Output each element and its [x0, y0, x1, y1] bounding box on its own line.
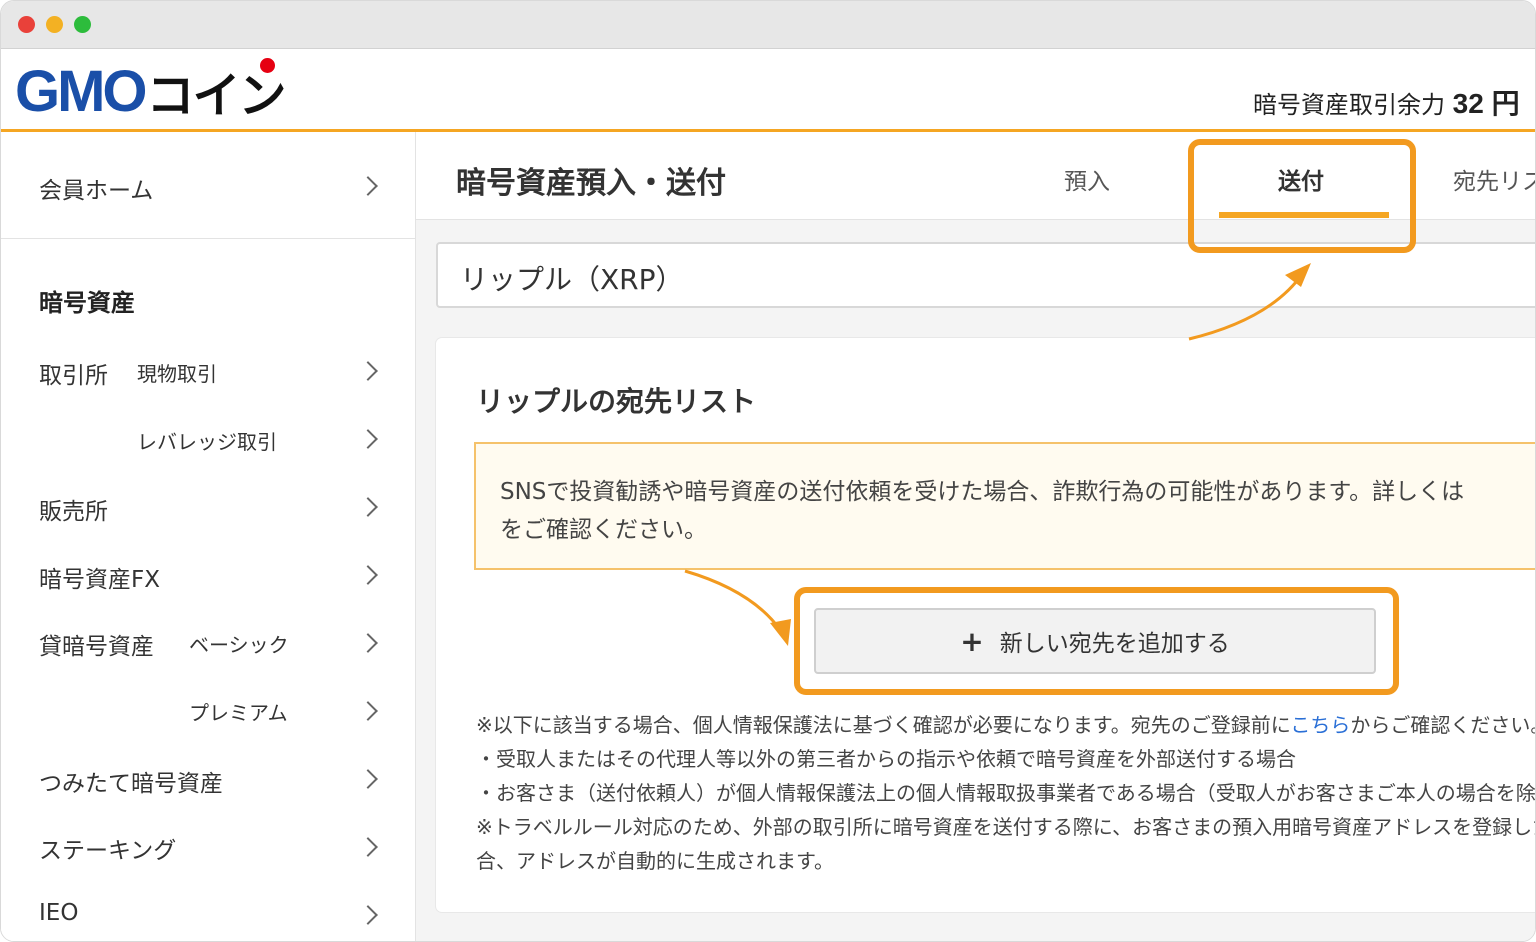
chevron-right-icon — [358, 633, 378, 653]
sidebar-item-label: レバレッジ取引 — [137, 430, 277, 454]
close-window-button[interactable] — [18, 16, 35, 33]
site-header: GMO コイン 暗号資産取引余力 32 円 — [1, 49, 1535, 132]
notice-line-1: SNSで投資勧誘や暗号資産の送付依頼を受けた場合、詐欺行為の可能性があります。詳… — [500, 479, 1465, 505]
balance-value: 32 円 — [1452, 88, 1520, 119]
chevron-right-icon — [358, 769, 378, 789]
add-new-address-button[interactable]: + 新しい宛先を追加する — [814, 608, 1376, 674]
note-4: ※トラベルルール対応のため、外部の取引所に暗号資産を送付する際に、お客さまの預入… — [476, 815, 1536, 839]
notice-line-2: をご確認ください。 — [500, 517, 707, 543]
sidebar-item-label: 暗号資産FX — [39, 567, 160, 593]
gmo-coin-logo[interactable]: GMO コイン — [15, 58, 287, 124]
sidebar-item-label: 現物取引 — [137, 362, 217, 386]
notes-section: ※以下に該当する場合、個人情報保護法に基づく確認が必要になります。宛先のご登録前… — [476, 708, 1536, 878]
chevron-right-icon — [358, 701, 378, 721]
sidebar-section-title: 暗号資産 — [39, 289, 135, 317]
logo-red-dot — [259, 58, 275, 73]
chevron-right-icon — [358, 905, 378, 925]
note-2: ・受取人またはその代理人等以外の第三者からの指示や依頼で暗号資産を外部送付する場… — [476, 747, 1296, 771]
sidebar-item-label: 販売所 — [39, 499, 108, 525]
balance-label: 暗号資産取引余力 — [1253, 91, 1445, 119]
confirm-here-link[interactable]: こちら — [1290, 713, 1350, 737]
window-titlebar — [1, 1, 1535, 49]
sidebar-group-exchange: 取引所 — [39, 363, 108, 389]
sidebar-item-label: プレミアム — [189, 701, 288, 725]
trading-balance: 暗号資産取引余力 32 円 — [1253, 82, 1520, 122]
currency-select[interactable]: リップル（XRP） — [436, 242, 1535, 308]
fraud-warning-notice: SNSで投資勧誘や暗号資産の送付依頼を受けた場合、詐欺行為の可能性があります。詳… — [474, 442, 1535, 570]
card-title: リップルの宛先リスト — [476, 385, 757, 418]
chevron-right-icon — [358, 429, 378, 449]
maximize-window-button[interactable] — [74, 16, 91, 33]
sidebar-item-label: ステーキング — [39, 838, 177, 864]
tab-address-list[interactable]: 宛先リスト — [1453, 162, 1535, 196]
chevron-right-icon — [358, 565, 378, 585]
address-list-card: リップルの宛先リスト SNSで投資勧誘や暗号資産の送付依頼を受けた場合、詐欺行為… — [436, 338, 1536, 912]
logo-kana: コイン — [147, 56, 287, 126]
main-content: 暗号資産預入・送付 預入 送付 宛先リスト リップル（XRP） リップルの宛先リ… — [416, 132, 1536, 941]
tab-send[interactable]: 送付 — [1278, 162, 1324, 196]
sidebar: 会員ホーム 暗号資産 取引所 現物取引 レバレッジ取引 販売所 暗号資産FX 貸… — [1, 132, 416, 941]
note-3: ・お客さま（送付依頼人）が個人情報保護法上の個人情報取扱事業者である場合（受取人… — [476, 781, 1536, 805]
browser-window: GMO コイン 暗号資産取引余力 32 円 会員ホーム 暗号資産 取引所 現物取… — [0, 0, 1536, 942]
chevron-right-icon — [358, 361, 378, 381]
page-header: 暗号資産預入・送付 預入 送付 宛先リスト — [416, 132, 1535, 220]
logo-text: GMO — [15, 58, 148, 124]
currency-select-value: リップル（XRP） — [460, 263, 684, 296]
sidebar-item-label: 会員ホーム — [39, 178, 154, 204]
active-tab-indicator — [1219, 212, 1389, 218]
note-5: 合、アドレスが自動的に生成されます。 — [476, 849, 834, 873]
plus-icon: + — [960, 624, 984, 658]
chevron-right-icon — [358, 497, 378, 517]
add-button-label: 新しい宛先を追加する — [999, 631, 1230, 657]
tab-deposit[interactable]: 預入 — [1064, 162, 1110, 196]
page-title: 暗号資産預入・送付 — [456, 166, 726, 201]
chevron-right-icon — [358, 837, 378, 857]
chevron-right-icon — [358, 176, 378, 196]
sidebar-group-lending: 貸暗号資産 — [39, 634, 154, 660]
minimize-window-button[interactable] — [46, 16, 63, 33]
sidebar-item-label: ベーシック — [189, 633, 289, 657]
sidebar-divider — [1, 238, 415, 239]
sidebar-item-label: IEO — [39, 900, 79, 926]
sidebar-item-label: つみたて暗号資産 — [39, 771, 223, 797]
note-1: ※以下に該当する場合、個人情報保護法に基づく確認が必要になります。宛先のご登録前… — [476, 713, 1536, 737]
